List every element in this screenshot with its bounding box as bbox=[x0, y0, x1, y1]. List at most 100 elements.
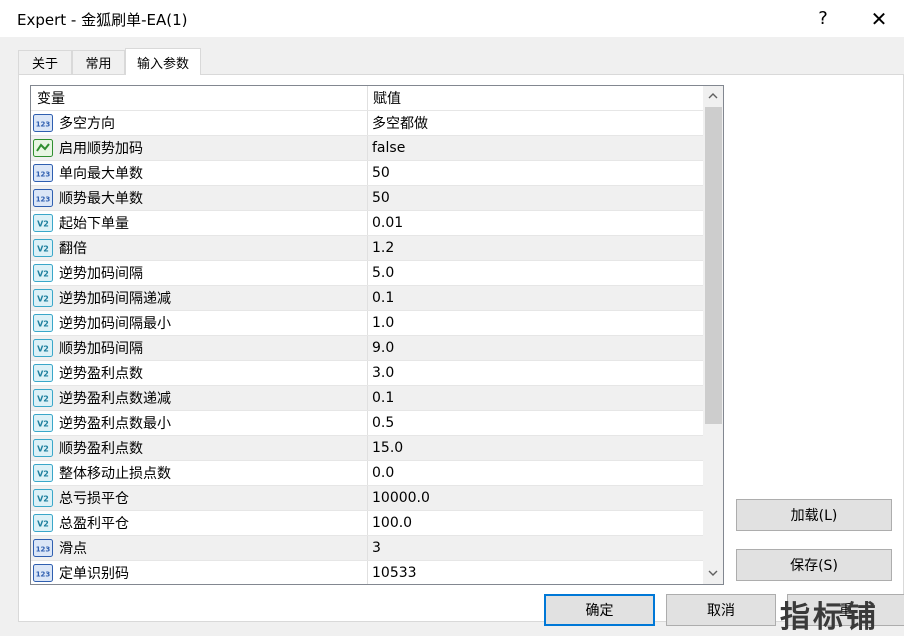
grid-header: 变量 赋值 bbox=[31, 86, 703, 111]
watermark-logo: 指标铺 bbox=[780, 600, 879, 635]
parameter-name: 滑点 bbox=[59, 541, 87, 557]
parameter-value[interactable]: 1.0 bbox=[368, 311, 703, 335]
parameter-name: 总亏损平仓 bbox=[59, 491, 129, 507]
save-button[interactable]: 保存(S) bbox=[736, 549, 892, 581]
parameter-name-cell: 123 滑点 bbox=[31, 536, 368, 560]
parameter-value[interactable]: 10533 bbox=[368, 561, 703, 584]
parameter-value[interactable]: 3.0 bbox=[368, 361, 703, 385]
parameter-value[interactable]: false bbox=[368, 136, 703, 160]
cancel-button[interactable]: 取消 bbox=[666, 594, 776, 626]
parameter-row[interactable]: V2 顺势加码间隔 9.0 bbox=[31, 336, 703, 361]
double-icon: V2 bbox=[33, 214, 53, 232]
int-icon: 123 bbox=[33, 539, 53, 557]
parameter-row[interactable]: V2 起始下单量 0.01 bbox=[31, 211, 703, 236]
column-header-value[interactable]: 赋值 bbox=[368, 86, 703, 110]
parameter-name: 启用顺势加码 bbox=[59, 141, 143, 157]
int-icon: 123 bbox=[33, 189, 53, 207]
parameter-grid[interactable]: 变量 赋值 123 多空方向 多空都做 启用顺势加码 false 123 单向最大单数 50 1… bbox=[30, 85, 724, 585]
close-button[interactable]: ✕ bbox=[856, 0, 902, 37]
parameter-value[interactable]: 0.5 bbox=[368, 411, 703, 435]
svg-text:V2: V2 bbox=[37, 445, 49, 454]
parameter-name-cell: V2 总亏损平仓 bbox=[31, 486, 368, 510]
parameter-row[interactable]: 123 滑点 3 bbox=[31, 536, 703, 561]
parameter-row[interactable]: V2 总盈利平仓 100.0 bbox=[31, 511, 703, 536]
parameter-row[interactable]: 123 单向最大单数 50 bbox=[31, 161, 703, 186]
parameter-row[interactable]: V2 逆势盈利点数递减 0.1 bbox=[31, 386, 703, 411]
parameter-value[interactable]: 9.0 bbox=[368, 336, 703, 360]
svg-text:V2: V2 bbox=[37, 245, 49, 254]
svg-text:123: 123 bbox=[36, 571, 51, 579]
parameter-row[interactable]: 启用顺势加码 false bbox=[31, 136, 703, 161]
parameter-row[interactable]: V2 顺势盈利点数 15.0 bbox=[31, 436, 703, 461]
svg-text:123: 123 bbox=[36, 171, 51, 179]
svg-text:V2: V2 bbox=[37, 345, 49, 354]
parameter-name-cell: V2 翻倍 bbox=[31, 236, 368, 260]
parameter-value[interactable]: 3 bbox=[368, 536, 703, 560]
parameter-name-cell: V2 顺势加码间隔 bbox=[31, 336, 368, 360]
parameter-row[interactable]: V2 逆势盈利点数 3.0 bbox=[31, 361, 703, 386]
tab-inputs[interactable]: 输入参数 bbox=[125, 48, 201, 75]
parameter-value[interactable]: 0.1 bbox=[368, 386, 703, 410]
double-icon: V2 bbox=[33, 464, 53, 482]
svg-text:123: 123 bbox=[36, 121, 51, 129]
parameter-name-cell: 123 定单识别码 bbox=[31, 561, 368, 584]
parameter-value[interactable]: 0.1 bbox=[368, 286, 703, 310]
parameter-row[interactable]: V2 逆势加码间隔递减 0.1 bbox=[31, 286, 703, 311]
parameter-row[interactable]: V2 翻倍 1.2 bbox=[31, 236, 703, 261]
parameter-name-cell: V2 逆势盈利点数最小 bbox=[31, 411, 368, 435]
parameter-value[interactable]: 5.0 bbox=[368, 261, 703, 285]
parameter-value[interactable]: 0.0 bbox=[368, 461, 703, 485]
parameter-name: 多空方向 bbox=[59, 116, 115, 132]
parameter-row[interactable]: V2 逆势加码间隔 5.0 bbox=[31, 261, 703, 286]
scroll-up-icon[interactable] bbox=[703, 86, 723, 106]
parameter-row[interactable]: 123 多空方向 多空都做 bbox=[31, 111, 703, 136]
svg-text:V2: V2 bbox=[37, 470, 49, 479]
parameter-value[interactable]: 50 bbox=[368, 161, 703, 185]
tab-about[interactable]: 关于 bbox=[18, 50, 72, 74]
double-icon: V2 bbox=[33, 389, 53, 407]
parameter-name: 逆势盈利点数递减 bbox=[59, 391, 171, 407]
parameter-value[interactable]: 1.2 bbox=[368, 236, 703, 260]
bool-icon bbox=[33, 139, 53, 157]
scrollbar-thumb[interactable] bbox=[705, 107, 722, 424]
parameter-name: 单向最大单数 bbox=[59, 166, 143, 182]
parameter-value[interactable]: 0.01 bbox=[368, 211, 703, 235]
vertical-scrollbar[interactable] bbox=[703, 86, 723, 584]
svg-text:123: 123 bbox=[36, 196, 51, 204]
double-icon: V2 bbox=[33, 289, 53, 307]
double-icon: V2 bbox=[33, 364, 53, 382]
parameter-name: 总盈利平仓 bbox=[59, 516, 129, 532]
title-bar: Expert - 金狐刷单-EA(1) ? ✕ bbox=[0, 0, 904, 37]
scroll-down-icon[interactable] bbox=[703, 563, 723, 583]
double-icon: V2 bbox=[33, 439, 53, 457]
parameter-value[interactable]: 10000.0 bbox=[368, 486, 703, 510]
parameter-value[interactable]: 100.0 bbox=[368, 511, 703, 535]
help-button[interactable]: ? bbox=[800, 0, 846, 37]
parameter-row[interactable]: V2 逆势加码间隔最小 1.0 bbox=[31, 311, 703, 336]
svg-text:V2: V2 bbox=[37, 520, 49, 529]
column-header-variable[interactable]: 变量 bbox=[31, 86, 368, 110]
parameter-name-cell: V2 逆势加码间隔递减 bbox=[31, 286, 368, 310]
parameter-value[interactable]: 15.0 bbox=[368, 436, 703, 460]
parameter-row[interactable]: 123 顺势最大单数 50 bbox=[31, 186, 703, 211]
parameter-name-cell: V2 起始下单量 bbox=[31, 211, 368, 235]
ok-button[interactable]: 确定 bbox=[544, 594, 655, 626]
tab-common[interactable]: 常用 bbox=[72, 50, 125, 74]
parameter-name-cell: V2 整体移动止损点数 bbox=[31, 461, 368, 485]
parameter-value[interactable]: 50 bbox=[368, 186, 703, 210]
double-icon: V2 bbox=[33, 264, 53, 282]
parameter-name: 逆势加码间隔 bbox=[59, 266, 143, 282]
parameter-name-cell: V2 总盈利平仓 bbox=[31, 511, 368, 535]
parameter-row[interactable]: V2 整体移动止损点数 0.0 bbox=[31, 461, 703, 486]
parameter-name: 逆势加码间隔递减 bbox=[59, 291, 171, 307]
load-button[interactable]: 加载(L) bbox=[736, 499, 892, 531]
parameter-row[interactable]: V2 总亏损平仓 10000.0 bbox=[31, 486, 703, 511]
parameter-row[interactable]: V2 逆势盈利点数最小 0.5 bbox=[31, 411, 703, 436]
parameter-value[interactable]: 多空都做 bbox=[368, 111, 703, 135]
svg-text:V2: V2 bbox=[37, 495, 49, 504]
parameter-row[interactable]: 123 定单识别码 10533 bbox=[31, 561, 703, 584]
parameter-name: 顺势加码间隔 bbox=[59, 341, 143, 357]
inputs-panel: 变量 赋值 123 多空方向 多空都做 启用顺势加码 false 123 单向最大单数 50 1… bbox=[18, 74, 904, 622]
parameter-name: 整体移动止损点数 bbox=[59, 466, 171, 482]
parameter-name-cell: 123 多空方向 bbox=[31, 111, 368, 135]
